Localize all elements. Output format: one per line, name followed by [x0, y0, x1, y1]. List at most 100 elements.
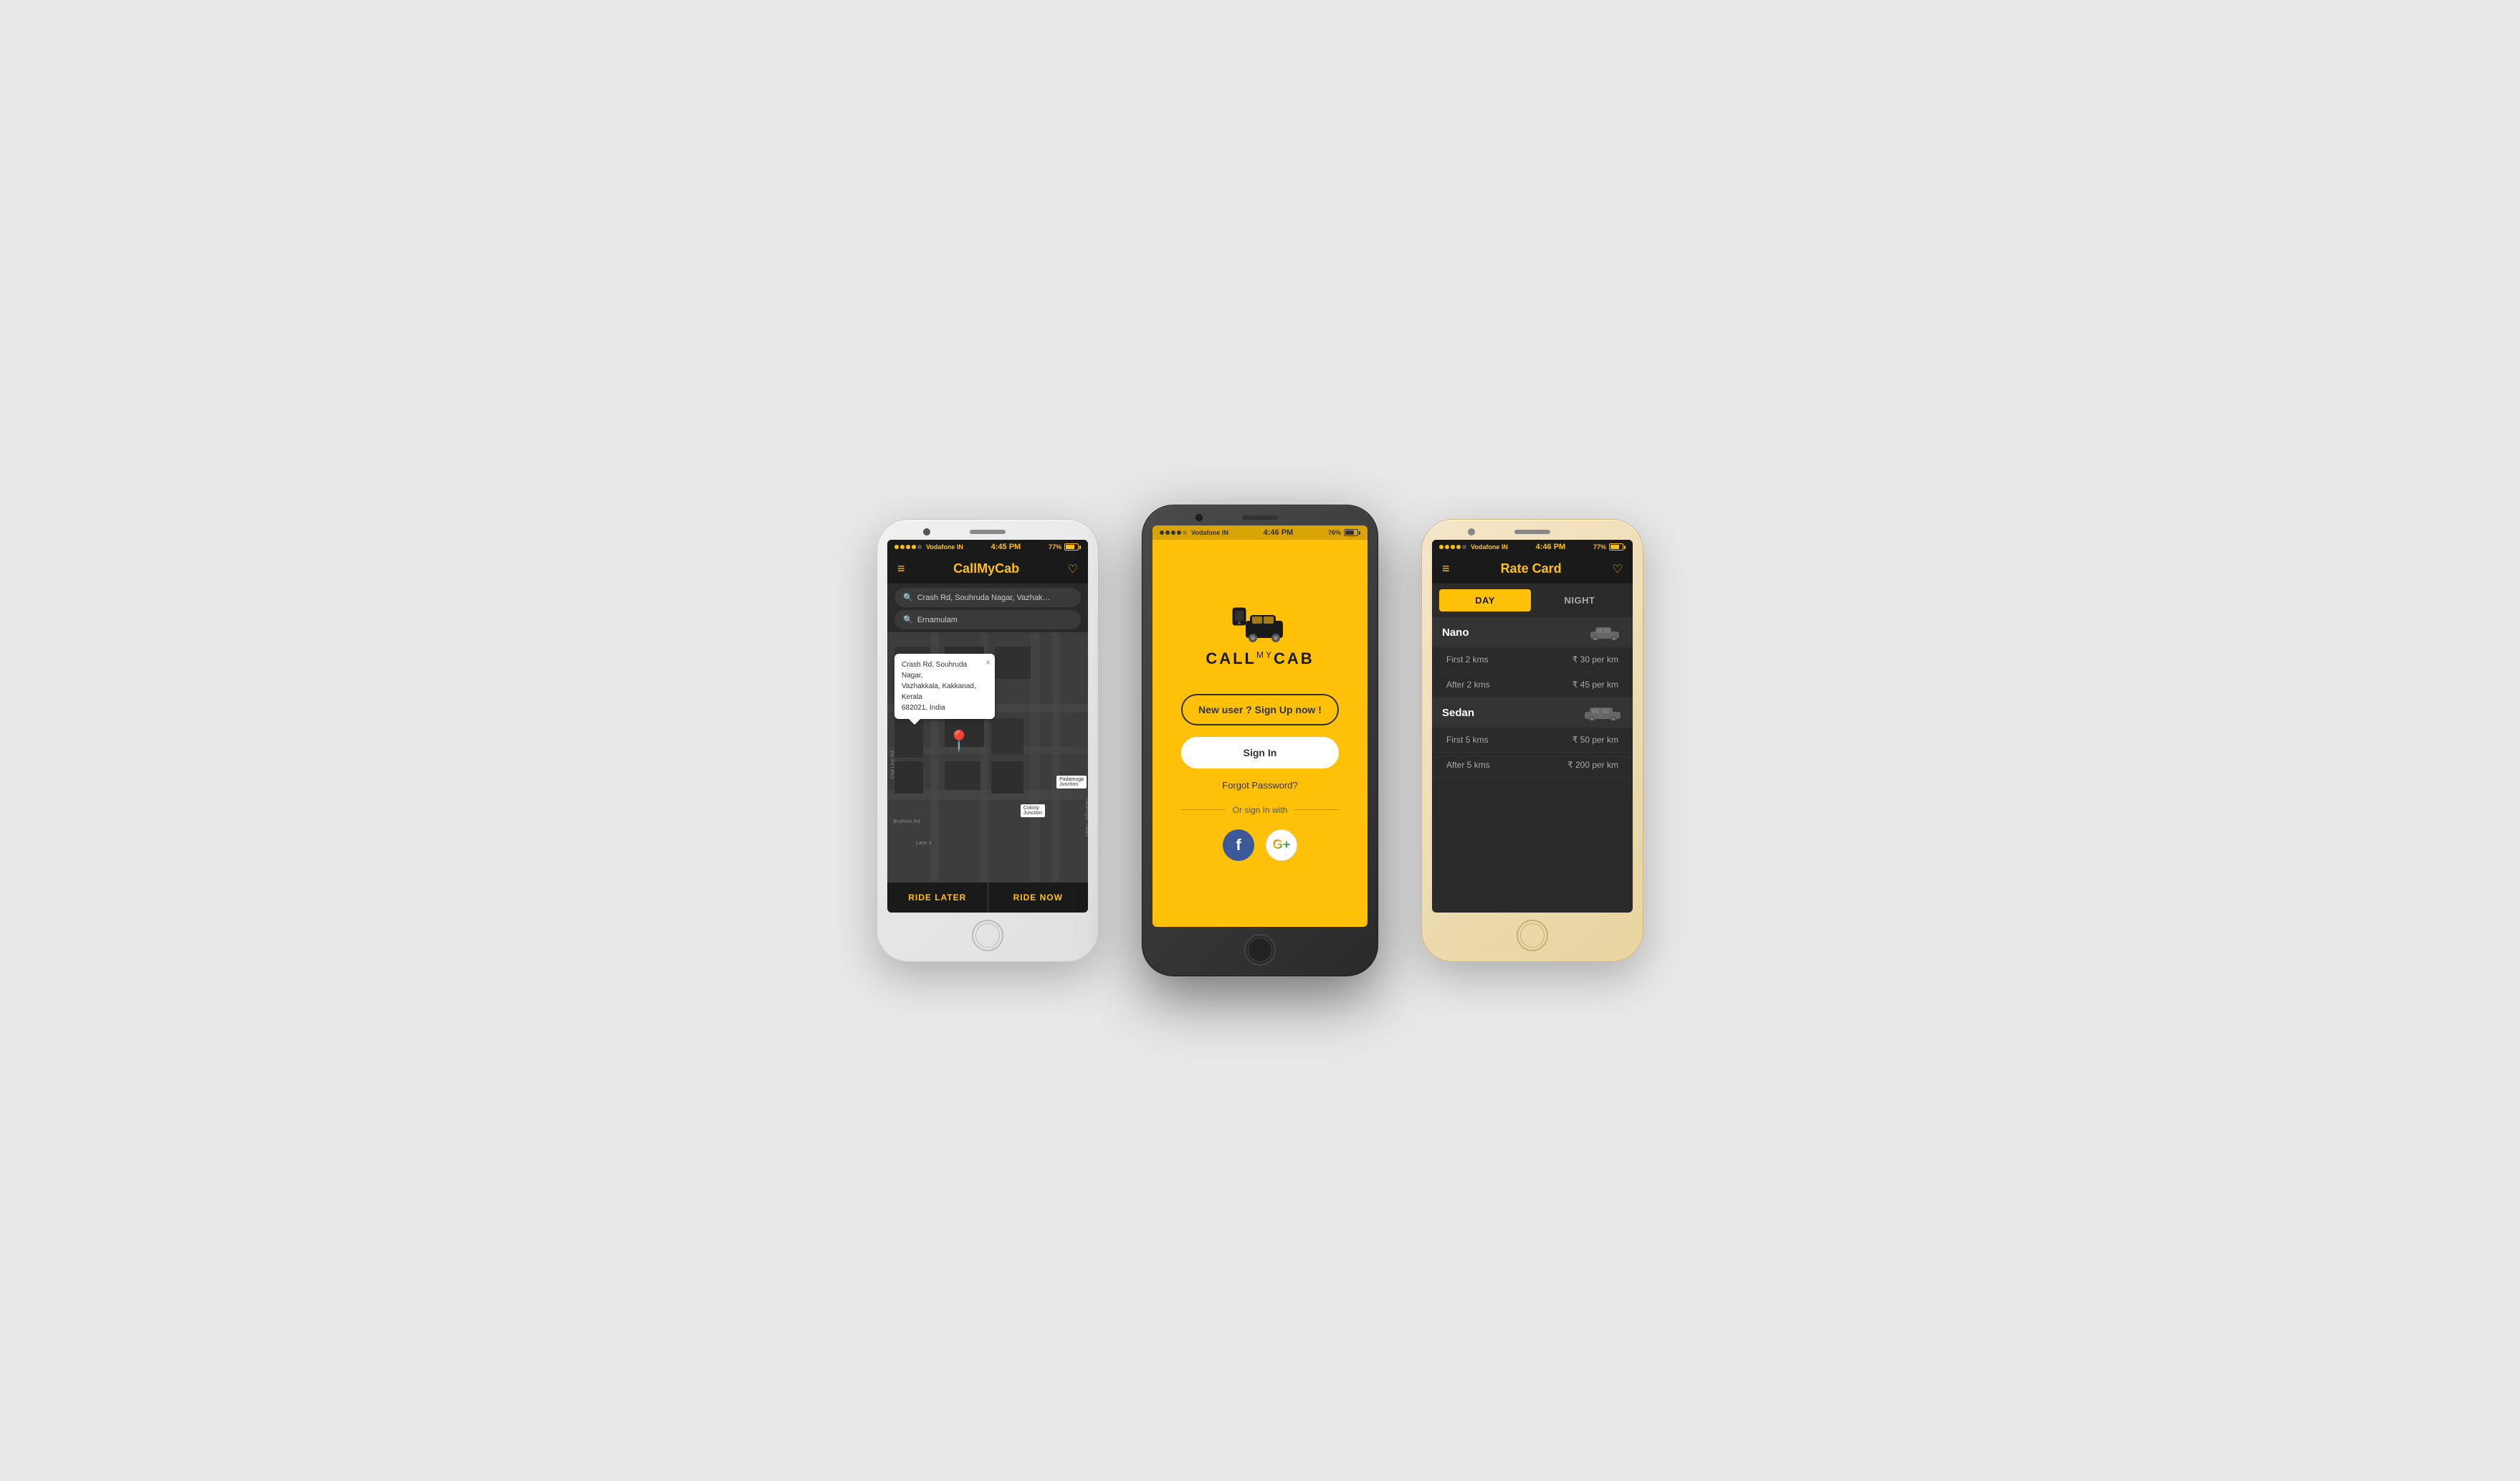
sedan-rate-1-label: First 5 kms [1446, 735, 1489, 745]
search-from[interactable]: 🔍 Crash Rd, Souhruda Nagar, Vazhak… [894, 588, 1081, 607]
phones-container: Vodafone IN 4:45 PM 77% [848, 476, 1672, 1005]
screen-map: Vodafone IN 4:45 PM 77% [887, 540, 1088, 913]
forgot-password-link[interactable]: Forgot Password? [1222, 780, 1298, 791]
phone-2: Vodafone IN 4:46 PM 76% [1142, 505, 1378, 976]
phone-3-speaker [1514, 530, 1550, 534]
nano-label: Nano [1442, 627, 1469, 639]
map-area[interactable]: Civil Line Rd Brothers Rd Lane 3 Padamug… [887, 632, 1088, 882]
phone-2-top [1152, 515, 1368, 520]
tab-night[interactable]: NIGHT [1534, 589, 1626, 611]
menu-icon-1[interactable]: ≡ [897, 561, 905, 576]
popup-text: Crash Rd, Souhruda Nagar,Vazhakkala, Kak… [902, 661, 976, 712]
label-padamuga: PadamugaJunction [1056, 776, 1087, 789]
logo-text: CALLMYCAB [1206, 649, 1314, 668]
signin-button[interactable]: Sign In [1181, 737, 1339, 768]
battery-pct-1: 77% [1049, 543, 1061, 551]
search-icon-from: 🔍 [903, 593, 913, 602]
app-header-1: ≡ CallMyCab ♡ [887, 554, 1088, 584]
signal-dots-1 [894, 545, 922, 549]
street-civil: Civil Line Rd [891, 751, 896, 778]
phone-1: Vodafone IN 4:45 PM 77% [877, 519, 1099, 962]
phone-3-bottom [1517, 920, 1548, 951]
label-colony: ColonyJunction [1021, 804, 1045, 817]
phone-3: Vodafone IN 4:46 PM 77% [1421, 519, 1643, 962]
map-pin: 📍 [947, 729, 972, 753]
phone-1-screen: Vodafone IN 4:45 PM 77% [887, 540, 1088, 913]
divider-right [1294, 809, 1339, 810]
phone-2-bottom [1244, 934, 1276, 966]
carrier-1: Vodafone IN [926, 543, 963, 551]
google-button[interactable]: G+ [1266, 829, 1297, 861]
nano-car-icon [1587, 624, 1623, 640]
signal-dots-2 [1160, 530, 1187, 535]
nano-rate-2-label: After 2 kms [1446, 680, 1490, 690]
sedan-label: Sedan [1442, 707, 1474, 719]
home-button-1[interactable] [972, 920, 1003, 951]
signal-dots-3 [1439, 545, 1466, 549]
status-bar-3: Vodafone IN 4:46 PM 77% [1432, 540, 1633, 554]
popup-close[interactable]: × [985, 657, 991, 669]
phone-3-top [1432, 530, 1633, 534]
screen-ratecard: Vodafone IN 4:46 PM 77% [1432, 540, 1633, 913]
status-bar-2: Vodafone IN 4:46 PM 76% [1152, 525, 1368, 540]
bottom-buttons: RIDE LATER RIDE NOW [887, 882, 1088, 913]
screen-login: Vodafone IN 4:46 PM 76% [1152, 525, 1368, 927]
map-background: Civil Line Rd Brothers Rd Lane 3 Padamug… [887, 632, 1088, 882]
status-left-1: Vodafone IN [894, 543, 963, 551]
street-brothers: Brothers Rd [893, 819, 920, 824]
sedan-rate-2-label: After 5 kms [1446, 760, 1490, 770]
search-icon-to: 🔍 [903, 615, 913, 624]
facebook-icon: f [1236, 836, 1241, 854]
nano-rate-1: First 2 kms ₹ 30 per km [1432, 647, 1633, 672]
phone-3-camera [1468, 528, 1475, 535]
ride-later-button[interactable]: RIDE LATER [887, 882, 988, 913]
facebook-button[interactable]: f [1223, 829, 1254, 861]
app-logo: CALLMYCAB [1206, 606, 1314, 668]
time-3: 4:46 PM [1536, 543, 1566, 551]
home-button-ring-2 [1248, 938, 1272, 962]
phone-1-bottom [972, 920, 1003, 951]
battery-icon-3 [1609, 543, 1626, 551]
status-left-2: Vodafone IN [1160, 529, 1228, 536]
tab-day[interactable]: DAY [1439, 589, 1531, 611]
status-bar-1: Vodafone IN 4:45 PM 77% [887, 540, 1088, 554]
app-title-3: Rate Card [1501, 561, 1562, 576]
sedan-car-icon [1583, 705, 1623, 720]
home-button-ring-3 [1520, 923, 1545, 948]
phone-2-screen: Vodafone IN 4:46 PM 76% [1152, 525, 1368, 927]
sedan-rate-2: After 5 kms ₹ 200 per km [1432, 753, 1633, 778]
tab-bar: DAY NIGHT [1432, 584, 1633, 617]
ride-now-button[interactable]: RIDE NOW [988, 882, 1089, 913]
search-from-text: Crash Rd, Souhruda Nagar, Vazhak… [917, 594, 1051, 602]
phone-1-top [887, 530, 1088, 534]
sedan-rate-1: First 5 kms ₹ 50 per km [1432, 728, 1633, 753]
signup-button[interactable]: New user ? Sign Up now ! [1181, 694, 1339, 725]
phone-3-screen: Vodafone IN 4:46 PM 77% [1432, 540, 1633, 913]
home-button-ring-1 [975, 923, 1000, 948]
nano-rate-1-label: First 2 kms [1446, 654, 1489, 665]
login-content: CALLMYCAB New user ? Sign Up now ! Sign … [1152, 540, 1368, 927]
nano-rate-2: After 2 kms ₹ 45 per km [1432, 672, 1633, 697]
street-lane: Lane 3 [916, 841, 931, 846]
home-button-2[interactable] [1244, 934, 1276, 966]
sedan-category: Sedan [1432, 697, 1633, 728]
app-header-3: ≡ Rate Card ♡ [1432, 554, 1633, 584]
nano-rate-1-value: ₹ 30 per km [1572, 654, 1618, 665]
heart-icon-1[interactable]: ♡ [1068, 562, 1078, 576]
map-popup: × Crash Rd, Souhruda Nagar,Vazhakkala, K… [894, 654, 995, 719]
phone-1-speaker [970, 530, 1006, 534]
status-left-3: Vodafone IN [1439, 543, 1508, 551]
heart-icon-3[interactable]: ♡ [1613, 562, 1623, 576]
search-to[interactable]: 🔍 Ernamulam [894, 610, 1081, 629]
battery-icon-2 [1344, 529, 1360, 536]
sedan-rate-2-value: ₹ 200 per km [1567, 760, 1618, 770]
search-to-text: Ernamulam [917, 616, 958, 624]
time-1: 4:45 PM [991, 543, 1021, 551]
battery-pct-3: 77% [1593, 543, 1606, 551]
nano-rate-2-value: ₹ 45 per km [1572, 680, 1618, 690]
divider-left [1181, 809, 1226, 810]
carrier-3: Vodafone IN [1471, 543, 1508, 551]
app-title-1: CallMyCab [953, 561, 1019, 576]
menu-icon-3[interactable]: ≡ [1442, 561, 1450, 576]
home-button-3[interactable] [1517, 920, 1548, 951]
